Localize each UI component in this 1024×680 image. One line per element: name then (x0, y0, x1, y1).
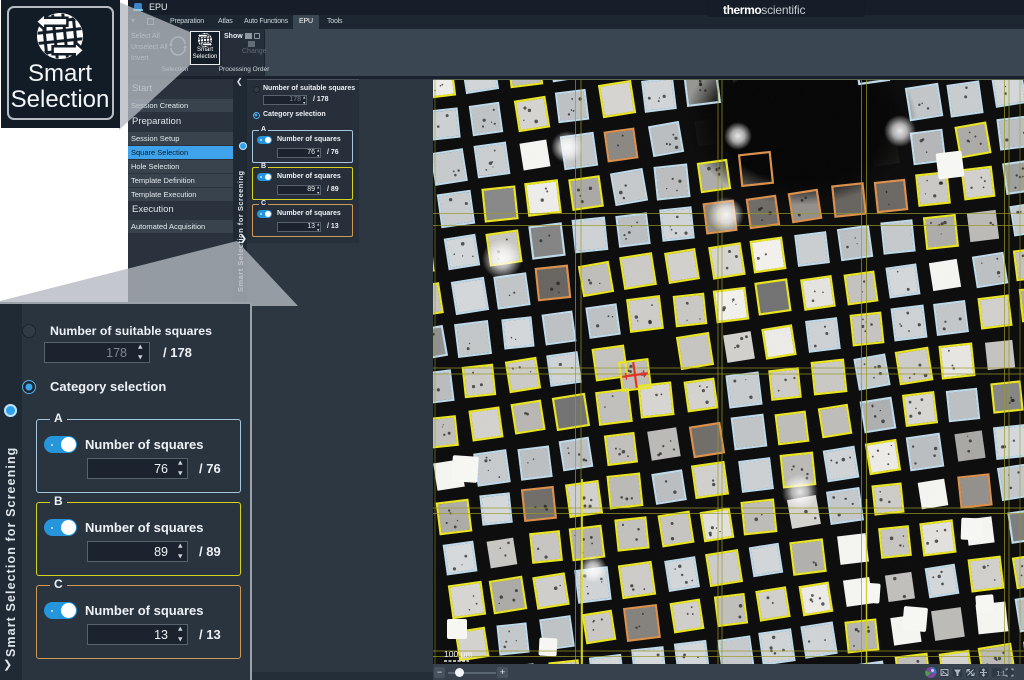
svg-text:1:1: 1:1 (997, 671, 1006, 678)
svg-text:100 μm: 100 μm (444, 649, 473, 659)
